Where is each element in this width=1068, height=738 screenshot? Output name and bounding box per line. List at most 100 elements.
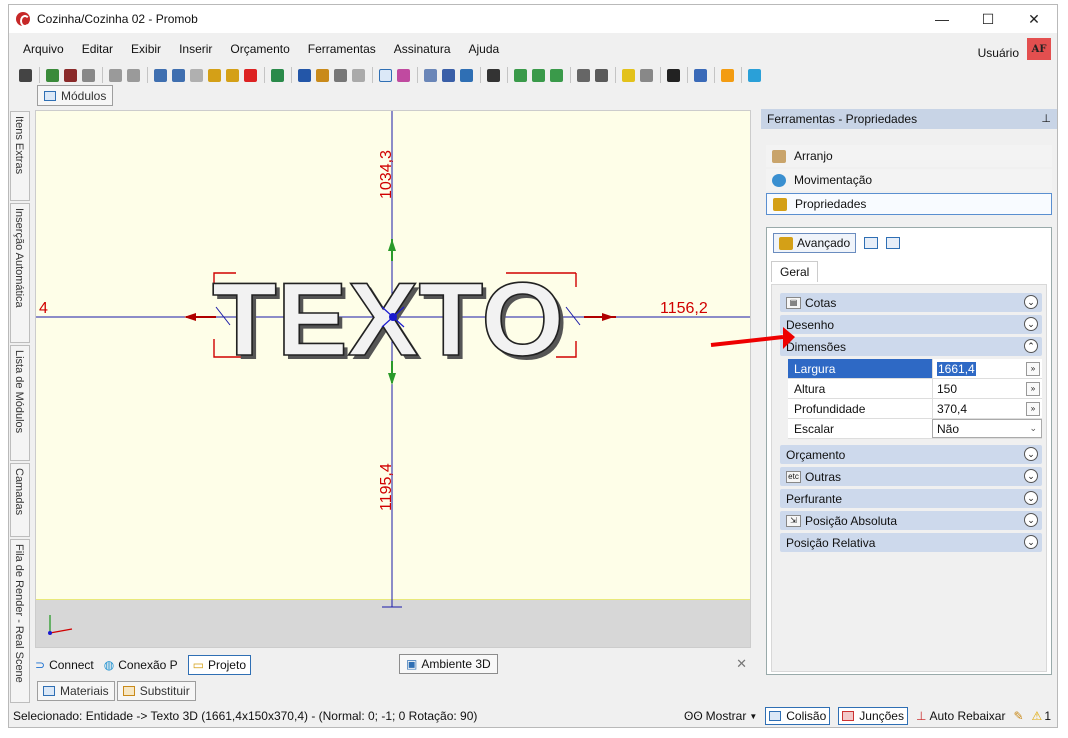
tab-ambiente-3d[interactable]: ▣ Ambiente 3D [399, 654, 498, 674]
group-orcamento[interactable]: Orçamento ⌄ [780, 445, 1042, 464]
light-icon[interactable] [622, 68, 635, 82]
measure-icon[interactable] [397, 68, 410, 82]
ellipsis-button[interactable]: » [1026, 361, 1040, 376]
juncoes-toggle[interactable]: Junções [838, 707, 908, 725]
text-icon[interactable] [298, 68, 311, 82]
profundidade-value[interactable]: 370,4 [937, 402, 967, 416]
properties-toolbar: Avançado [773, 232, 901, 254]
group-cotas[interactable]: ▤ Cotas ⌄ [780, 293, 1042, 312]
mostrar-dropdown[interactable]: ʘʘ Mostrar ▼ [684, 709, 757, 723]
grid-view-icon[interactable] [886, 237, 901, 249]
group-posicao-absoluta[interactable]: ⇲ Posição Absoluta ⌄ [780, 511, 1042, 530]
cotas-label: Cotas [805, 295, 837, 310]
tab-projeto[interactable]: ▭ Projeto [187, 655, 251, 675]
largura-value[interactable]: 1661,4 [937, 361, 976, 376]
undo-icon[interactable] [109, 68, 122, 82]
tab-insercao-automatica[interactable]: Inserção Automática [10, 203, 30, 343]
move-icon[interactable] [667, 68, 680, 82]
minimize-button[interactable]: — [919, 5, 965, 33]
group-posicao-relativa[interactable]: Posição Relativa ⌄ [780, 533, 1042, 552]
panel-icon[interactable] [352, 68, 365, 82]
property-row-largura[interactable]: Largura 1661,4 » [788, 359, 1042, 379]
camera-icon[interactable] [640, 68, 653, 82]
box-icon[interactable] [595, 68, 608, 82]
panel-item-propriedades[interactable]: Propriedades [766, 193, 1052, 215]
shape-icon[interactable] [334, 68, 347, 82]
view3d-icon[interactable] [460, 68, 473, 82]
close-tab-icon[interactable]: ✕ [736, 656, 747, 672]
color-bars-icon[interactable] [694, 68, 707, 82]
ellipsis-button[interactable]: » [1026, 401, 1040, 416]
copy-icon[interactable] [172, 68, 185, 82]
auto-rebaixar-toggle[interactable]: ⊥ Auto Rebaixar [916, 709, 1006, 723]
select-pointer-icon[interactable] [379, 68, 392, 82]
tab-camadas[interactable]: Camadas [10, 463, 30, 537]
menu-exibir[interactable]: Exibir [131, 42, 161, 56]
chat-icon[interactable] [748, 68, 761, 82]
arrow-right-icon[interactable] [550, 68, 563, 82]
frame-icon[interactable] [577, 68, 590, 82]
text3d-object[interactable]: TEXTO [211, 261, 565, 379]
cut-icon[interactable] [154, 68, 167, 82]
tools-icon[interactable]: ✎ [1013, 709, 1023, 723]
layers-icon[interactable] [424, 68, 437, 82]
menu-inserir[interactable]: Inserir [179, 42, 212, 56]
tab-conexao[interactable]: ◍ Conexão P [104, 658, 178, 672]
tab-geral[interactable]: Geral [771, 261, 819, 282]
redo-icon[interactable] [127, 68, 140, 82]
colisao-toggle[interactable]: Colisão [765, 707, 831, 725]
warnings-indicator[interactable]: ⚠ 1 [1032, 709, 1051, 723]
paint-icon[interactable] [226, 68, 239, 82]
maximize-button[interactable]: ☐ [965, 5, 1011, 33]
pin-icon[interactable]: ⊥ [1041, 112, 1051, 125]
menu-orcamento[interactable]: Orçamento [230, 42, 289, 56]
property-row-profundidade[interactable]: Profundidade 370,4 » [788, 399, 1042, 419]
budget-icon[interactable] [271, 68, 284, 82]
tab-itens-extras[interactable]: Itens Extras [10, 111, 30, 201]
panel-item-arranjo[interactable]: Arranjo [766, 145, 1052, 167]
group-outras[interactable]: etc Outras ⌄ [780, 467, 1042, 486]
property-row-altura[interactable]: Altura 150 » [788, 379, 1042, 399]
dimension-icon[interactable] [442, 68, 455, 82]
user-avatar[interactable]: AF [1027, 38, 1051, 60]
close-button[interactable]: ✕ [1011, 5, 1057, 33]
tab-lista-modulos[interactable]: Lista de Módulos [10, 345, 30, 461]
group-perfurante[interactable]: Perfurante ⌄ [780, 489, 1042, 508]
export-icon[interactable] [46, 68, 59, 82]
tab-connect-label: Connect [49, 658, 94, 672]
brush-icon[interactable] [208, 68, 221, 82]
import-icon[interactable] [64, 68, 77, 82]
ellipsis-button[interactable]: » [1026, 381, 1040, 396]
arrow-left-icon[interactable] [532, 68, 545, 82]
tab-connect[interactable]: ⊃ Connect [35, 658, 94, 672]
avancado-button[interactable]: Avançado [773, 233, 857, 253]
group-dimensoes[interactable]: Dimensões ⌃ [780, 337, 1042, 356]
menu-editar[interactable]: Editar [82, 42, 113, 56]
largura-label: Largura [788, 359, 932, 378]
property-row-escalar[interactable]: Escalar Não ⌄ [788, 419, 1042, 439]
list-view-icon[interactable] [864, 237, 879, 249]
menu-ajuda[interactable]: Ajuda [469, 42, 500, 56]
3d-viewport[interactable]: TEXTO TEXTO 1034,3 1195,4 1156,2 4 [35, 110, 751, 648]
delete-icon[interactable] [244, 68, 257, 82]
paste-icon[interactable] [190, 68, 203, 82]
render-icon[interactable] [514, 68, 527, 82]
escalar-value[interactable]: Não [937, 422, 959, 436]
chevron-down-icon[interactable]: ⌄ [1029, 423, 1037, 434]
modules-tab[interactable]: Módulos [37, 85, 114, 106]
panel-item-movimentacao[interactable]: Movimentação [766, 169, 1052, 191]
save-icon[interactable] [19, 68, 32, 82]
user-label[interactable]: Usuário [978, 46, 1019, 60]
menu-arquivo[interactable]: Arquivo [23, 42, 64, 56]
menu-assinatura[interactable]: Assinatura [394, 42, 451, 56]
eye-icon[interactable] [487, 68, 500, 82]
print-icon[interactable] [82, 68, 95, 82]
tab-fila-render[interactable]: Fila de Render - Real Scene [10, 539, 30, 703]
group-desenho[interactable]: Desenho ⌄ [780, 315, 1042, 334]
tab-substituir[interactable]: Substituir [116, 681, 196, 701]
layout-icon[interactable] [316, 68, 329, 82]
altura-value[interactable]: 150 [937, 382, 957, 396]
tab-materiais[interactable]: Materiais [37, 681, 115, 701]
menu-ferramentas[interactable]: Ferramentas [308, 42, 376, 56]
user-icon[interactable] [721, 68, 734, 82]
